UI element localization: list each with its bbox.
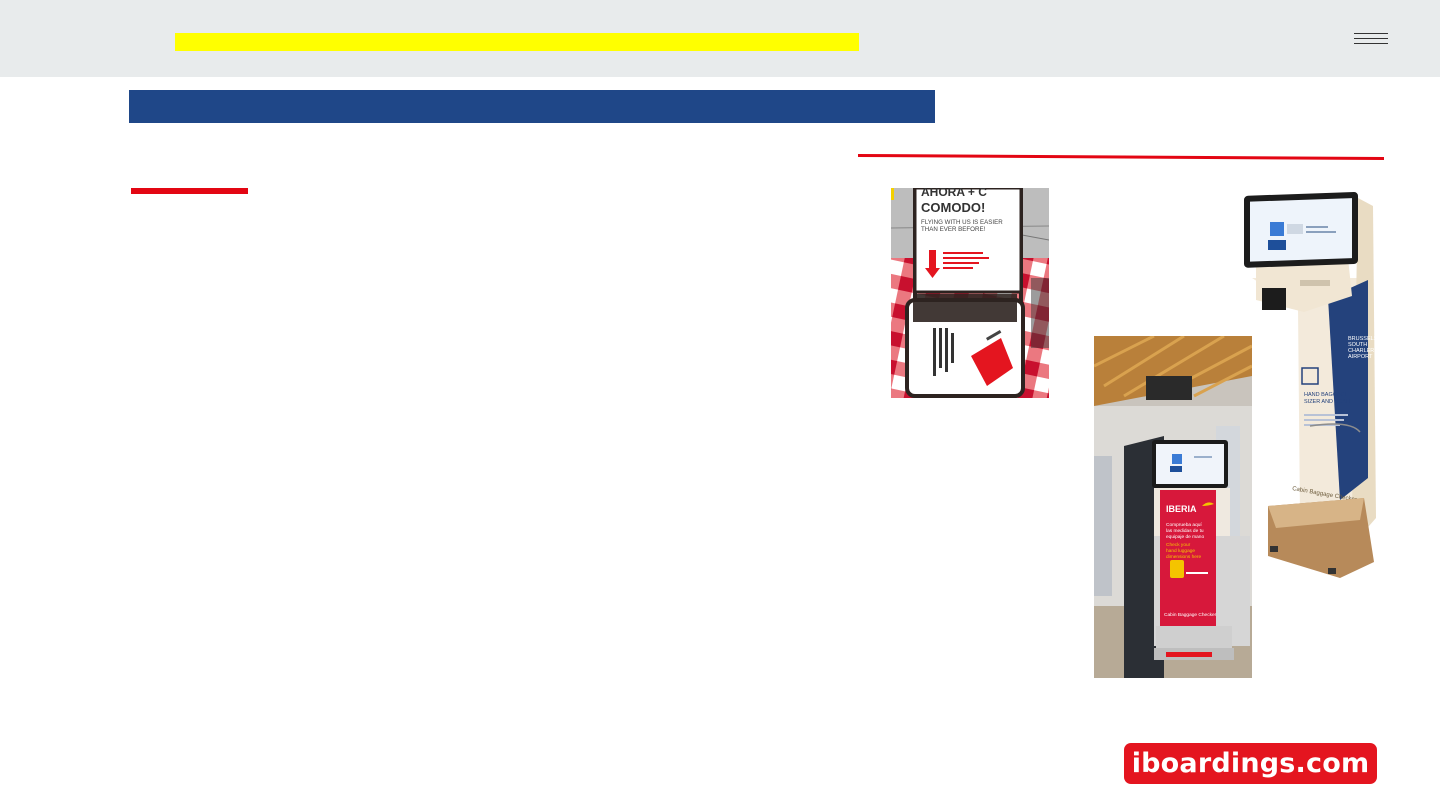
sign-subline-1: FLYING WITH US IS EASIER — [921, 219, 1003, 226]
kiosk-text-en-2: hand luggage — [1166, 548, 1195, 554]
kiosk-text-es-2: las medidas de tu — [1166, 528, 1204, 534]
red-divider-line — [857, 154, 1385, 160]
sign-subline-2: THAN EVER BEFORE! — [921, 226, 986, 233]
brand-logo-badge[interactable]: iboardings.com — [1124, 743, 1377, 784]
airport-line-4: AIRPORT — [1348, 354, 1373, 360]
kiosk-text-es-3: equipaje de mano — [1166, 534, 1204, 540]
sign-headline-1: AHORA + C — [921, 188, 987, 199]
kiosk-base-label: Cabin Baggage Checker — [1164, 612, 1217, 618]
sign-headline-2: COMODO! — [921, 200, 985, 215]
kiosk-text-es-1: Comprueba aquí — [1166, 522, 1202, 528]
kiosk-text-en-1: Check your — [1166, 542, 1191, 548]
sizer-scale-photo: BRUSSELS SOUTH CHARLEROI AIRPORT HAND BA… — [1240, 188, 1390, 583]
sizer-title-2: SIZER AND SCALE — [1304, 399, 1353, 405]
red-accent-bar — [131, 188, 248, 194]
iberia-kiosk-photo: IBERIA Comprueba aquí las medidas de tu … — [1094, 336, 1252, 678]
hamburger-menu-icon[interactable] — [1350, 28, 1392, 50]
section-banner — [129, 90, 935, 123]
kiosk-text-en-3: dimensions here — [1166, 554, 1202, 560]
top-header — [0, 0, 1440, 77]
highlighted-title-bar — [175, 33, 859, 51]
kiosk-brand: IBERIA — [1166, 504, 1197, 514]
sizer-title-1: HAND BAGGAGE — [1304, 392, 1349, 398]
baggage-sizer-sign-photo: AHORA + C COMODO! FLYING WITH US IS EASI… — [891, 188, 1049, 398]
